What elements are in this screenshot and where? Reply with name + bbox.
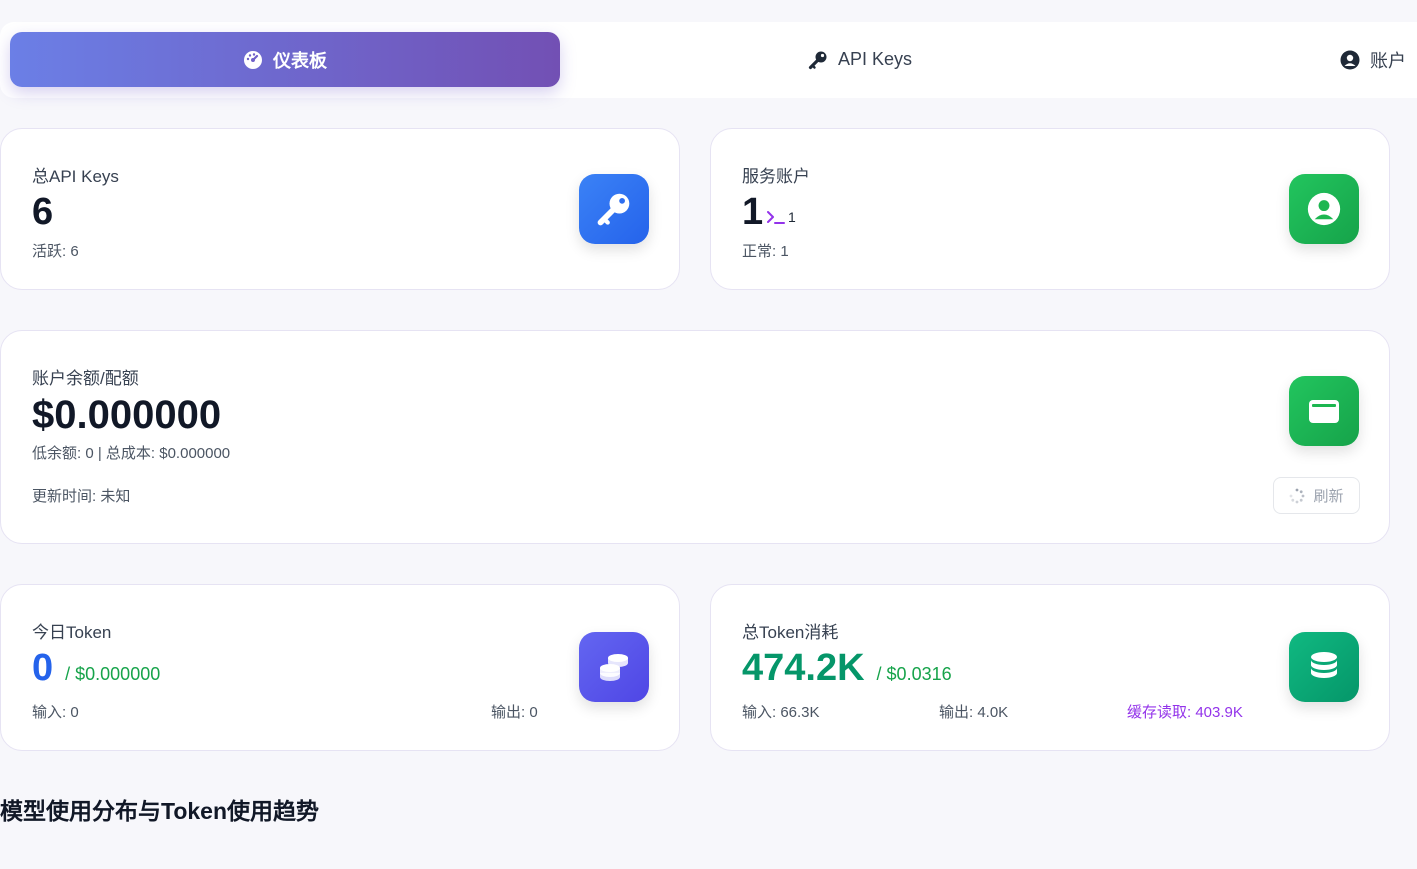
api-keys-count: 6 (32, 191, 54, 233)
key-icon (808, 51, 827, 69)
service-accounts-count: 1 (742, 191, 764, 233)
balance-updated-time: 更新时间: 未知 (32, 488, 131, 505)
tab-account-label: 账户 (1370, 50, 1406, 71)
service-accounts-badge: 1 (767, 209, 796, 225)
tab-dashboard-label: 仪表板 (273, 50, 327, 71)
total-token-icon-box (1289, 632, 1359, 702)
service-accounts-label: 服务账户 (742, 167, 810, 186)
tab-api-keys-label: API Keys (837, 49, 913, 69)
spinner-icon (1290, 488, 1305, 503)
today-token-input: 输入: 0 (32, 704, 79, 721)
service-accounts-card: 服务账户 1 1 正常: 1 (710, 128, 1390, 290)
api-keys-label: 总API Keys (32, 167, 119, 186)
database-icon (1311, 652, 1337, 678)
api-keys-card: 总API Keys 6 活跃: 6 (0, 128, 680, 290)
total-token-input: 输入: 66.3K (742, 704, 820, 721)
today-token-icon-box (579, 632, 649, 702)
refresh-button[interactable]: 刷新 (1273, 477, 1360, 514)
api-keys-icon-box (579, 174, 649, 244)
today-token-card: 今日Token 0 / $0.000000 输入: 0 输出: 0 (0, 584, 680, 751)
key-icon (597, 193, 630, 226)
refresh-button-label: 刷新 (1313, 488, 1344, 505)
service-accounts-icon-box (1289, 174, 1359, 244)
tab-account[interactable]: 账户 (1340, 32, 1417, 87)
balance-summary: 低余额: 0 | 总成本: $0.000000 (32, 445, 231, 462)
total-token-value-row: 474.2K / $0.0316 (742, 647, 952, 690)
balance-icon-box (1289, 376, 1359, 446)
api-keys-active: 活跃: 6 (32, 243, 79, 260)
total-token-cache: 缓存读取: 403.9K (1127, 704, 1243, 721)
today-token-value: 0 (32, 647, 54, 689)
user-circle-icon (1307, 192, 1341, 226)
today-token-cost: / $0.000000 (65, 664, 161, 684)
total-token-label: 总Token消耗 (742, 623, 839, 642)
total-token-value: 474.2K (742, 647, 865, 689)
tab-dashboard[interactable]: 仪表板 (10, 32, 560, 87)
tab-api-keys[interactable]: API Keys (760, 32, 960, 87)
total-token-card: 总Token消耗 474.2K / $0.0316 输入: 66.3K 输出: … (710, 584, 1390, 751)
user-circle-icon (1340, 50, 1360, 69)
coins-icon (600, 654, 628, 681)
balance-value: $0.000000 (32, 393, 222, 437)
terminal-icon (767, 211, 785, 224)
balance-card: 账户余额/配额 $0.000000 低余额: 0 | 总成本: $0.00000… (0, 330, 1390, 544)
balance-label: 账户余额/配额 (32, 369, 139, 388)
section-title: 模型使用分布与Token使用趋势 (0, 798, 320, 824)
today-token-label: 今日Token (32, 623, 112, 642)
wallet-icon (1309, 400, 1339, 423)
total-token-output: 输出: 4.0K (939, 704, 1009, 721)
today-token-output: 输出: 0 (491, 704, 538, 721)
nav-tabbar: 仪表板 API Keys 账户 (0, 22, 1417, 98)
today-token-value-row: 0 / $0.000000 (32, 647, 160, 690)
gauge-icon (244, 50, 262, 69)
service-accounts-badge-count: 1 (788, 209, 796, 225)
total-token-cost: / $0.0316 (876, 664, 952, 684)
service-accounts-normal: 正常: 1 (742, 243, 789, 260)
